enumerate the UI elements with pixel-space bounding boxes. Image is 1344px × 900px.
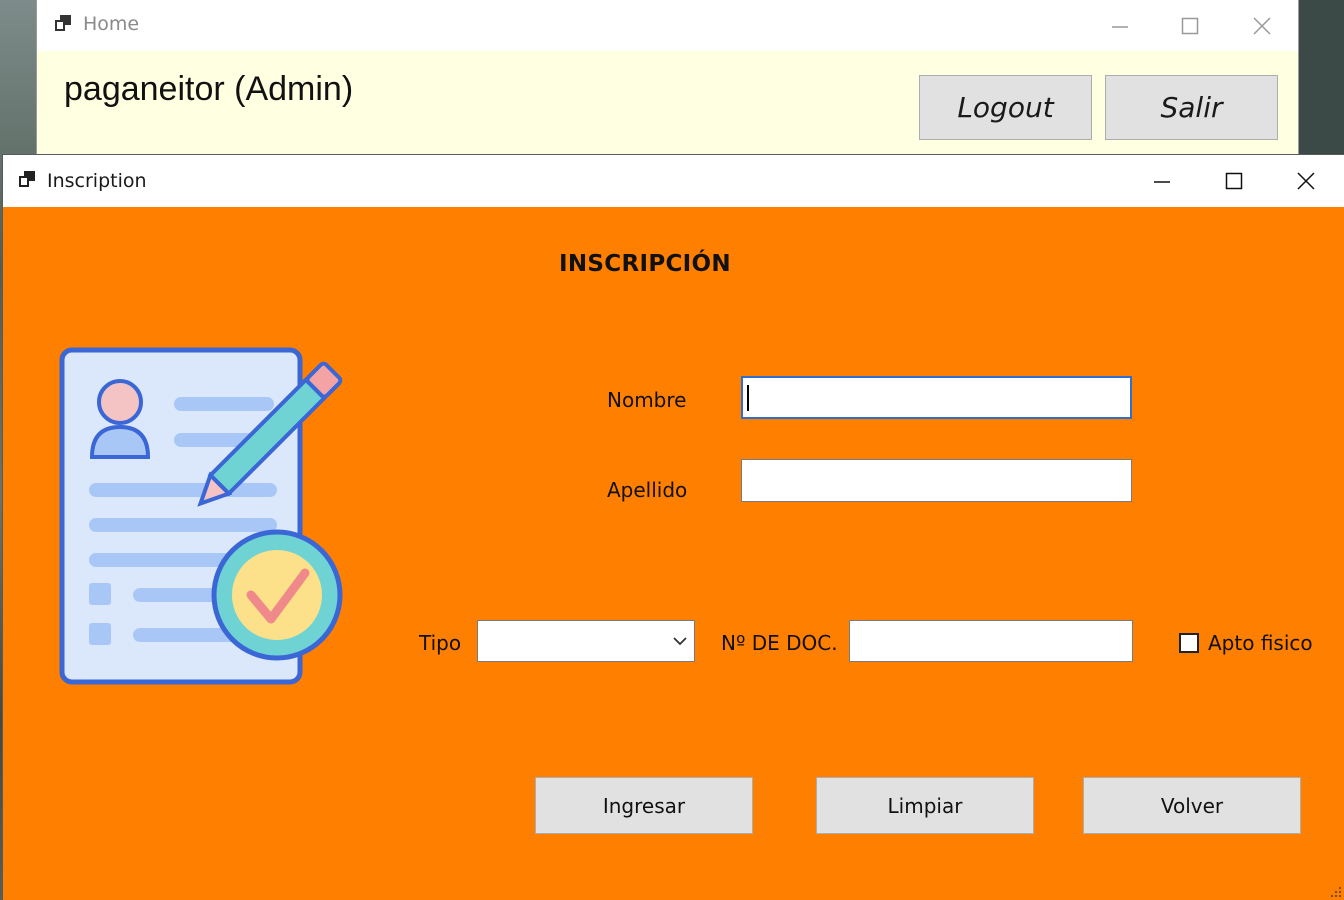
text-caret [747, 385, 749, 411]
minimize-icon [1112, 25, 1128, 28]
maximize-button[interactable] [1155, 0, 1225, 51]
app-icon [55, 15, 71, 31]
minimize-button[interactable] [1085, 0, 1155, 51]
current-user-label: paganeitor (Admin) [64, 70, 354, 108]
inscription-window-title: Inscription [47, 170, 147, 192]
nombre-label: Nombre [607, 388, 687, 412]
maximize-icon [1225, 172, 1243, 190]
inscription-titlebar[interactable]: Inscription [3, 155, 1344, 207]
close-icon [1297, 172, 1315, 190]
doc-number-label: Nº DE DOC. [721, 631, 838, 655]
ingresar-button[interactable]: Ingresar [535, 777, 753, 834]
page-title: INSCRIPCIÓN [559, 251, 731, 277]
salir-button[interactable]: Salir [1105, 75, 1278, 140]
tipo-select[interactable] [477, 620, 695, 662]
home-window: Home paganeitor (Admin) Logout Salir [36, 0, 1299, 160]
apellido-label: Apellido [607, 478, 688, 502]
registration-form-checkmark-icon [59, 347, 343, 685]
apto-fisico-label: Apto fisico [1208, 631, 1313, 655]
home-titlebar[interactable]: Home [37, 0, 1298, 51]
maximize-button[interactable] [1199, 155, 1269, 207]
minimize-button[interactable] [1127, 155, 1197, 207]
close-button[interactable] [1227, 0, 1297, 51]
maximize-icon [1181, 17, 1199, 34]
apto-fisico-checkbox[interactable]: Apto fisico [1179, 631, 1313, 655]
apellido-input[interactable] [741, 459, 1132, 502]
chevron-down-icon [673, 637, 687, 646]
tipo-label: Tipo [419, 631, 462, 655]
close-button[interactable] [1271, 155, 1341, 207]
volver-button[interactable]: Volver [1083, 777, 1301, 834]
logout-button[interactable]: Logout [919, 75, 1092, 140]
minimize-icon [1154, 181, 1170, 183]
close-icon [1253, 16, 1271, 35]
checkbox-box[interactable] [1179, 633, 1199, 653]
app-icon [19, 171, 35, 187]
doc-number-input[interactable] [849, 620, 1133, 662]
limpiar-button[interactable]: Limpiar [816, 777, 1034, 834]
nombre-input[interactable] [741, 376, 1132, 419]
resize-grip-icon[interactable] [1328, 884, 1342, 898]
inscription-window: Inscription INSCRIPCIÓN Nombre Apellido … [2, 154, 1344, 900]
home-window-title: Home [83, 13, 140, 35]
